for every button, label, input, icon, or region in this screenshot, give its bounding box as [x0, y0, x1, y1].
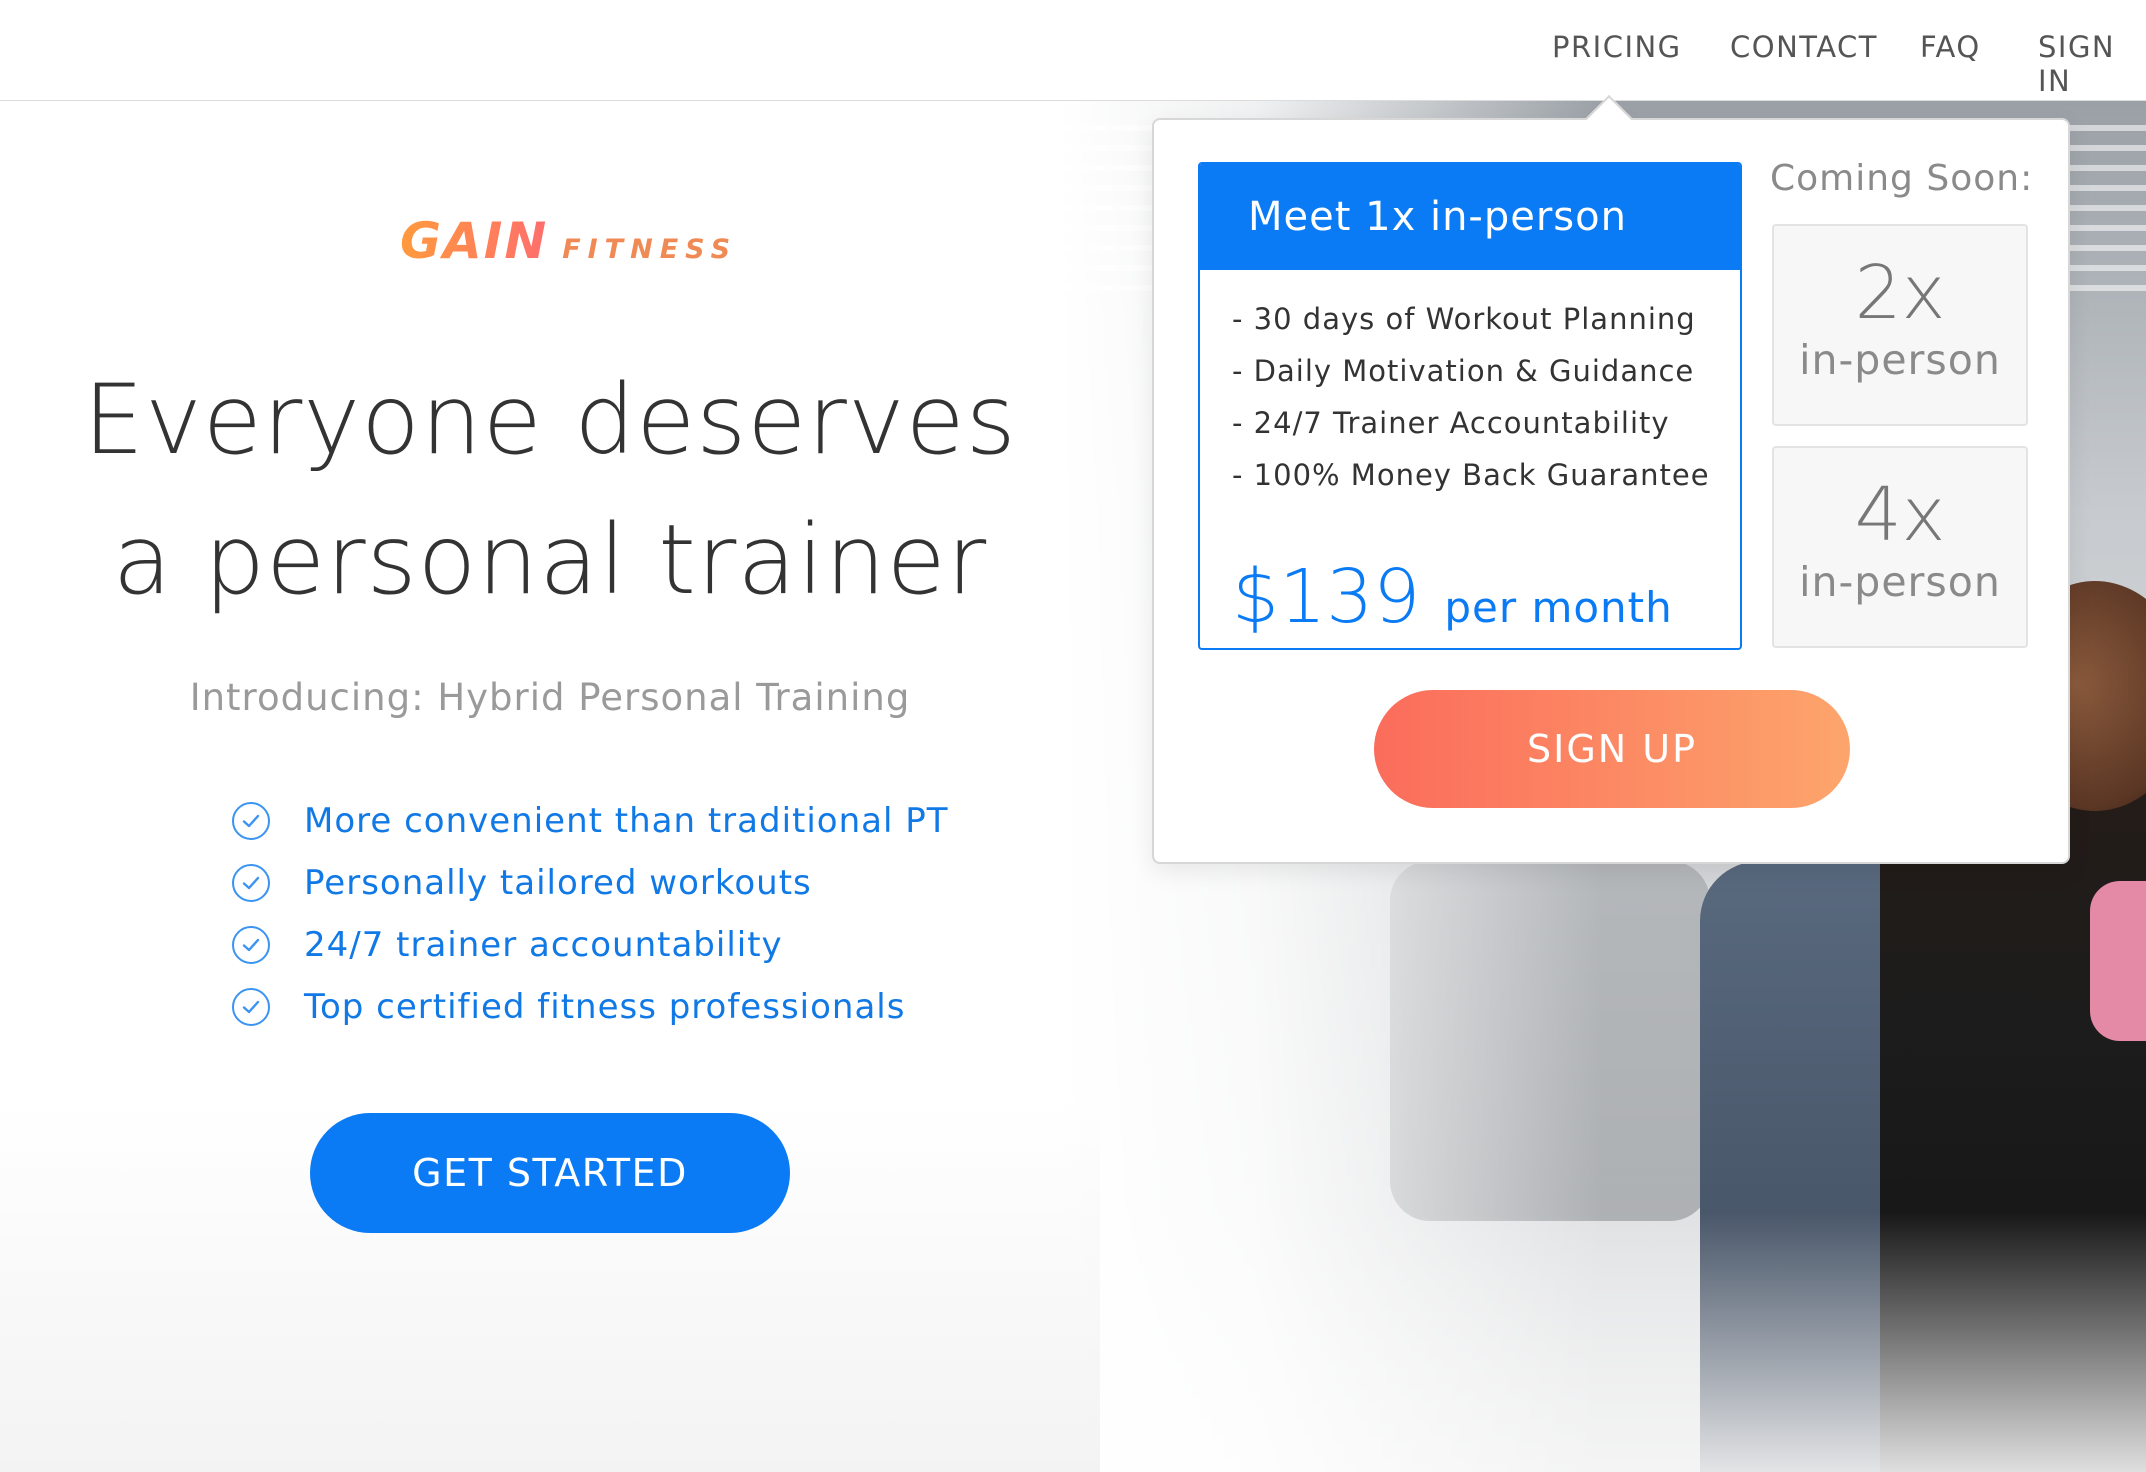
plan-feature-item: - 30 days of Workout Planning	[1232, 302, 1696, 336]
plan-count: 4x	[1854, 472, 1946, 558]
feature-text: Top certified fitness professionals	[304, 987, 906, 1027]
plan-feature-item: - 24/7 Trainer Accountability	[1232, 406, 1670, 440]
plan-label: in-person	[1799, 558, 2001, 606]
logo-wordmark: GAIN	[400, 212, 549, 270]
hero-headline-line-1: Everyone deserves	[83, 364, 1017, 476]
check-circle-icon	[232, 864, 270, 902]
plan-price: $139	[1232, 554, 1421, 640]
feature-text: More convenient than traditional PT	[304, 801, 949, 841]
hero-subheadline: Introducing: Hybrid Personal Training	[189, 676, 911, 719]
plan-feature-item: - Daily Motivation & Guidance	[1232, 354, 1695, 388]
feature-text: 24/7 trainer accountability	[304, 925, 783, 965]
check-circle-icon	[232, 988, 270, 1026]
feature-item: More convenient than traditional PT	[232, 790, 949, 852]
plan-count: 2x	[1854, 250, 1946, 336]
feature-item: 24/7 trainer accountability	[232, 914, 949, 976]
hero-feature-list: More convenient than traditional PT Pers…	[232, 790, 949, 1038]
plan-card-2x-disabled: 2x in-person	[1772, 224, 2028, 426]
coming-soon-label: Coming Soon:	[1770, 158, 2034, 199]
get-started-button[interactable]: GET STARTED	[310, 1113, 790, 1233]
plan-price-row: $139 per month	[1232, 554, 1673, 640]
plan-card-4x-disabled: 4x in-person	[1772, 446, 2028, 648]
nav-faq-link[interactable]: FAQ	[1920, 30, 1981, 64]
plan-title: Meet 1x in-person	[1200, 164, 1740, 270]
feature-item: Top certified fitness professionals	[232, 976, 949, 1038]
plan-price-unit: per month	[1444, 583, 1673, 632]
sign-up-button[interactable]: SIGN UP	[1374, 690, 1850, 808]
feature-item: Personally tailored workouts	[232, 852, 949, 914]
plan-card-1x[interactable]: Meet 1x in-person - 30 days of Workout P…	[1198, 162, 1742, 650]
pricing-popover: Meet 1x in-person - 30 days of Workout P…	[1152, 118, 2070, 864]
plan-feature-item: - 100% Money Back Guarantee	[1232, 458, 1710, 492]
nav-pricing-link[interactable]: PRICING	[1552, 30, 1682, 64]
plan-label: in-person	[1799, 336, 2001, 384]
check-circle-icon	[232, 802, 270, 840]
plan-feature-list: - 30 days of Workout Planning - Daily Mo…	[1200, 270, 1740, 510]
check-circle-icon	[232, 926, 270, 964]
gain-fitness-logo[interactable]: GAIN FITNESS	[400, 212, 738, 270]
feature-text: Personally tailored workouts	[304, 863, 812, 903]
nav-contact-link[interactable]: CONTACT	[1730, 30, 1878, 64]
logo-subtitle: FITNESS	[562, 234, 738, 265]
hero-headline-line-2: a personal trainer	[112, 504, 988, 616]
top-navigation-bar: PRICING CONTACT FAQ SIGN IN	[0, 0, 2146, 101]
nav-sign-in-link[interactable]: SIGN IN	[2038, 30, 2146, 98]
